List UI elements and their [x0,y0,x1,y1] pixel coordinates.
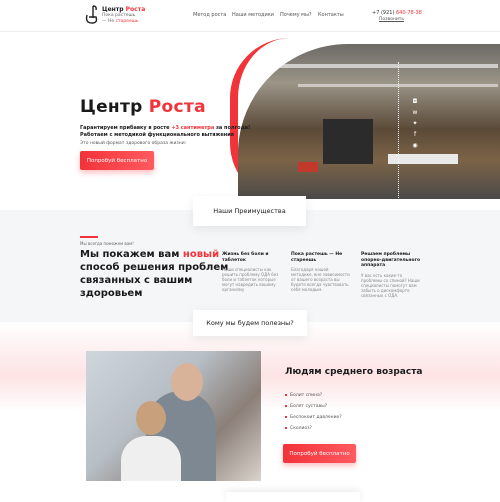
list-item: Болят суставы? [285,404,327,409]
phone-number[interactable]: +7 (921) 640-78-38 [372,10,422,16]
feature-text: Наши специалисты как решить проблему ОДА… [222,267,279,292]
list-item: Сколиоз? [285,426,312,431]
feature-text: У вас есть какие-то проблемы со спиной? … [361,272,420,298]
facebook-icon[interactable]: f [410,131,420,138]
odnoklassniki-icon[interactable]: ◉ [410,142,420,149]
hero-title: Центр Роста [80,97,206,117]
site-header: Центр Роста Пока растешь — Не стареешь Ме… [0,0,500,32]
hero-note: Это новый формат здорового образа жизни: [80,141,187,146]
try-free-button-2[interactable]: Попробуй бесплатно [283,444,356,463]
feature-item: Жизнь без боли и таблеток Наши специалис… [222,252,282,292]
brand-name: Центр Роста [102,6,146,13]
advantages-title: Мы покажем вам новый способ решения проб… [80,249,229,299]
next-card [226,492,360,502]
nav-why-us[interactable]: Почему мы? [280,12,312,18]
advantages-heading-card: Наши Преимущества [193,196,306,226]
vk-icon[interactable]: w [410,109,420,116]
list-item: Болит спина? [285,393,322,398]
gym-photo [238,44,500,199]
feature-item: Решаем проблемы опорно-двигательного апп… [361,252,431,298]
feature-title: Пока растешь — Не стареешь [291,252,343,263]
list-item: Беспокоит давление? [285,415,342,420]
feature-text: Благодаря нашей методике, вне зависимост… [291,267,350,292]
nav-methods[interactable]: Наши методики [232,12,274,18]
accent-line [80,236,98,238]
feature-title: Жизнь без боли и таблеток [222,252,269,263]
instagram-icon[interactable]: ◘ [410,98,420,105]
feature-item: Пока растешь — Не стареешь Благодаря наш… [291,252,351,292]
couple-photo [86,351,261,481]
nav-contacts[interactable]: Контакты [318,12,344,18]
brand-tagline: Пока растешь — Не стареешь [102,13,139,24]
try-free-button[interactable]: Попробуй бесплатно [80,151,154,170]
audience-heading-card: Кому мы будем полезны? [193,310,307,336]
twitter-icon[interactable]: ✦ [410,120,420,127]
logo-icon[interactable] [84,5,100,25]
feature-title: Решаем проблемы опорно-двигательного апп… [361,252,421,268]
nav-method[interactable]: Метод роста [193,12,226,18]
eyebrow-text: Мы всегда поможем вам! [80,241,134,246]
hero-subtitle: Гарантируем прибавку в росте +3 сантимет… [80,125,251,138]
callback-link[interactable]: Позвонить [379,17,404,22]
audience-title: Людям среднего возраста [285,367,423,377]
